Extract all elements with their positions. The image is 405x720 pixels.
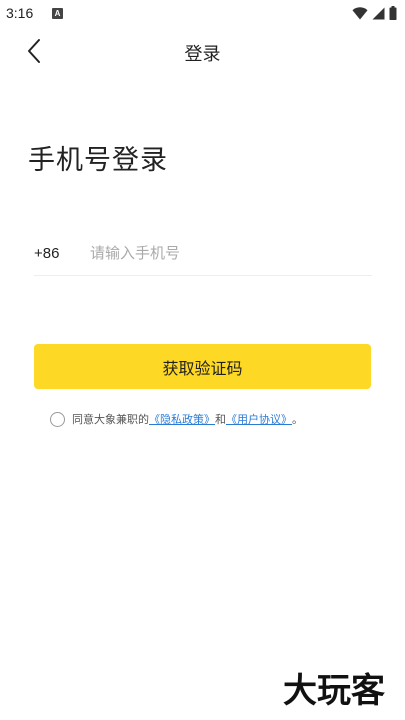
battery-icon (389, 6, 397, 20)
signal-icon (372, 7, 385, 19)
wifi-icon (352, 6, 368, 19)
agreement-suffix: 。 (292, 413, 303, 426)
status-icons (352, 6, 397, 20)
agree-checkbox[interactable] (50, 411, 65, 427)
status-bar: 3:16 A (0, 0, 405, 28)
dawanke-logo: 大玩客 (282, 670, 386, 710)
page-title: 登录 (184, 44, 221, 65)
phone-row: +86 (34, 232, 372, 276)
notification-a-icon: A (52, 8, 63, 19)
get-code-button[interactable]: 获取验证码 (34, 344, 371, 389)
agreement-prefix: 同意大象兼职的 (72, 413, 149, 426)
agreement-conjunction: 和 (215, 413, 226, 426)
login-heading: 手机号登录 (28, 145, 168, 176)
phone-input[interactable] (90, 238, 360, 268)
status-time: 3:16 (6, 5, 34, 21)
country-code[interactable]: +86 (34, 245, 59, 262)
user-agreement-link[interactable]: 《用户协议》 (226, 411, 292, 427)
privacy-policy-link[interactable]: 《隐私政策》 (149, 411, 215, 427)
nav-bar: 登录 (0, 28, 405, 74)
agreement-row: 同意大象兼职的 《隐私政策》 和 《用户协议》 。 (50, 410, 303, 428)
watermark-text: 大玩客 (283, 671, 385, 710)
